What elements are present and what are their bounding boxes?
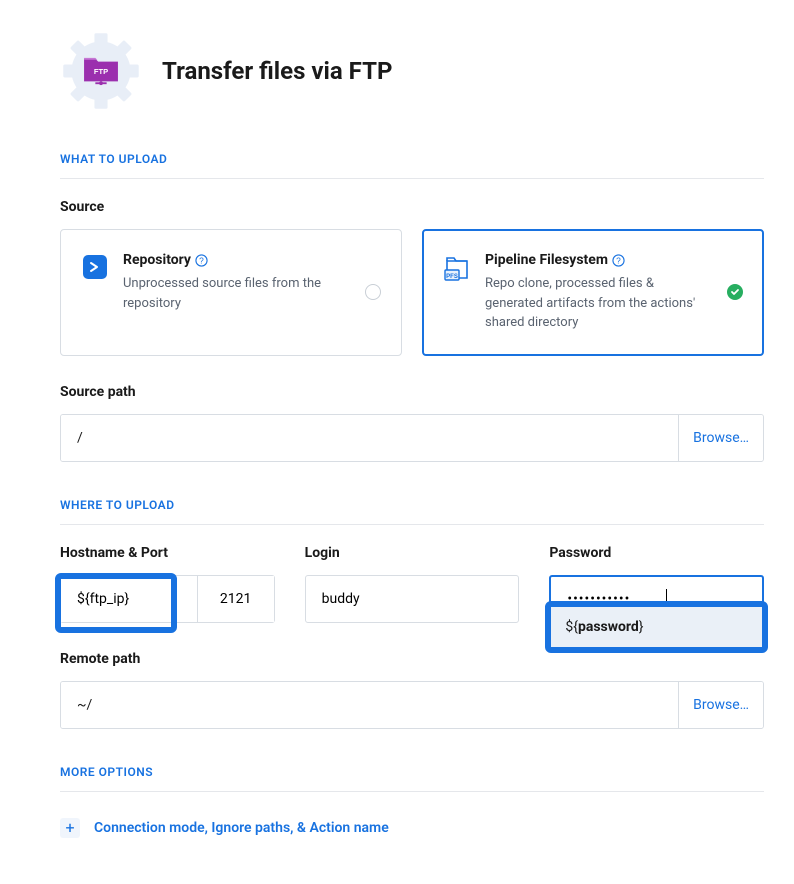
remote-path-input[interactable] <box>61 682 678 728</box>
check-icon <box>727 284 743 300</box>
more-options-label: Connection mode, Ignore paths, & Action … <box>94 820 389 836</box>
login-field-group: Login <box>305 545 520 623</box>
remote-path-row: Browse… <box>60 681 764 729</box>
folder-ftp-icon: FTP <box>81 55 121 87</box>
source-path-label: Source path <box>60 384 764 400</box>
port-input[interactable] <box>198 576 274 622</box>
source-path-row: Browse… <box>60 414 764 462</box>
remote-path-label: Remote path <box>60 651 764 667</box>
page-header: FTP Transfer files via FTP <box>60 30 764 112</box>
svg-text:?: ? <box>199 255 204 265</box>
browse-source-button[interactable]: Browse… <box>678 415 763 461</box>
hostname-field-group: Hostname & Port <box>60 545 275 623</box>
plus-icon: + <box>60 818 80 838</box>
source-option-pipeline-filesystem[interactable]: PFS Pipeline Filesystem ? Repo clone, pr… <box>422 229 764 356</box>
pipeline-fs-title: Pipeline Filesystem <box>485 252 608 268</box>
repository-icon <box>81 253 109 281</box>
password-label: Password <box>549 545 764 561</box>
help-icon[interactable]: ? <box>612 254 625 267</box>
source-options: Repository ? Unprocessed source files fr… <box>60 229 764 356</box>
help-icon[interactable]: ? <box>195 254 208 267</box>
repository-title: Repository <box>123 252 191 268</box>
suggestion-match: password <box>578 619 639 635</box>
password-suggestion[interactable]: ${password} <box>545 601 768 653</box>
source-option-repository[interactable]: Repository ? Unprocessed source files fr… <box>60 229 402 356</box>
ftp-badge: FTP <box>60 30 142 112</box>
login-label: Login <box>305 545 520 561</box>
source-path-input[interactable] <box>61 415 678 461</box>
radio-unchecked-icon <box>365 284 381 300</box>
svg-text:FTP: FTP <box>94 67 108 76</box>
pipeline-fs-desc: Repo clone, processed files & generated … <box>485 274 713 333</box>
section-where-to-upload: WHERE TO UPLOAD <box>60 498 764 525</box>
hostname-input[interactable] <box>61 576 198 622</box>
svg-text:?: ? <box>616 255 621 265</box>
login-input[interactable] <box>305 575 520 623</box>
password-field-group: Password ${password} <box>549 545 764 623</box>
more-options-expand[interactable]: + Connection mode, Ignore paths, & Actio… <box>60 812 764 844</box>
page-title: Transfer files via FTP <box>162 57 392 85</box>
section-what-to-upload: WHAT TO UPLOAD <box>60 152 764 179</box>
suggestion-suffix: } <box>639 619 644 635</box>
repository-desc: Unprocessed source files from the reposi… <box>123 274 351 313</box>
source-label: Source <box>60 199 764 215</box>
hostname-label: Hostname & Port <box>60 545 275 561</box>
browse-remote-button[interactable]: Browse… <box>678 682 763 728</box>
pipeline-fs-icon: PFS <box>443 253 471 281</box>
svg-text:PFS: PFS <box>446 274 458 280</box>
section-more-options: MORE OPTIONS <box>60 765 764 792</box>
suggestion-prefix: ${ <box>565 619 578 635</box>
